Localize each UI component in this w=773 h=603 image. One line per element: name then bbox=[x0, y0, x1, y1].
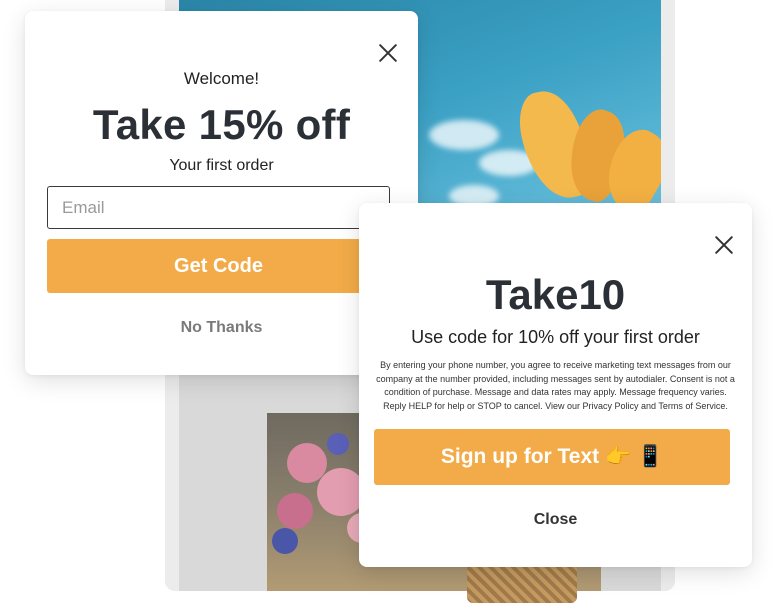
email-input[interactable] bbox=[47, 186, 390, 229]
popup-headline: Take10 bbox=[485, 271, 626, 318]
sms-signup-popup: Take10 Use code for 10% off your first o… bbox=[359, 203, 752, 567]
sms-consent-disclaimer: By entering your phone number, you agree… bbox=[376, 360, 735, 411]
close-icon[interactable] bbox=[713, 234, 735, 256]
close-link[interactable]: Close bbox=[359, 511, 752, 529]
popup-headline: Take 15% off bbox=[92, 101, 351, 148]
sign-up-for-text-button[interactable]: Sign up for Text 👉 📱 bbox=[374, 429, 730, 485]
popup-subheadline: Your first order bbox=[169, 157, 274, 174]
get-code-button[interactable]: Get Code bbox=[47, 239, 390, 293]
welcome-text: Welcome! bbox=[183, 69, 260, 88]
close-icon[interactable] bbox=[377, 42, 399, 64]
popup-subheadline: Use code for 10% off your first order bbox=[411, 327, 700, 347]
